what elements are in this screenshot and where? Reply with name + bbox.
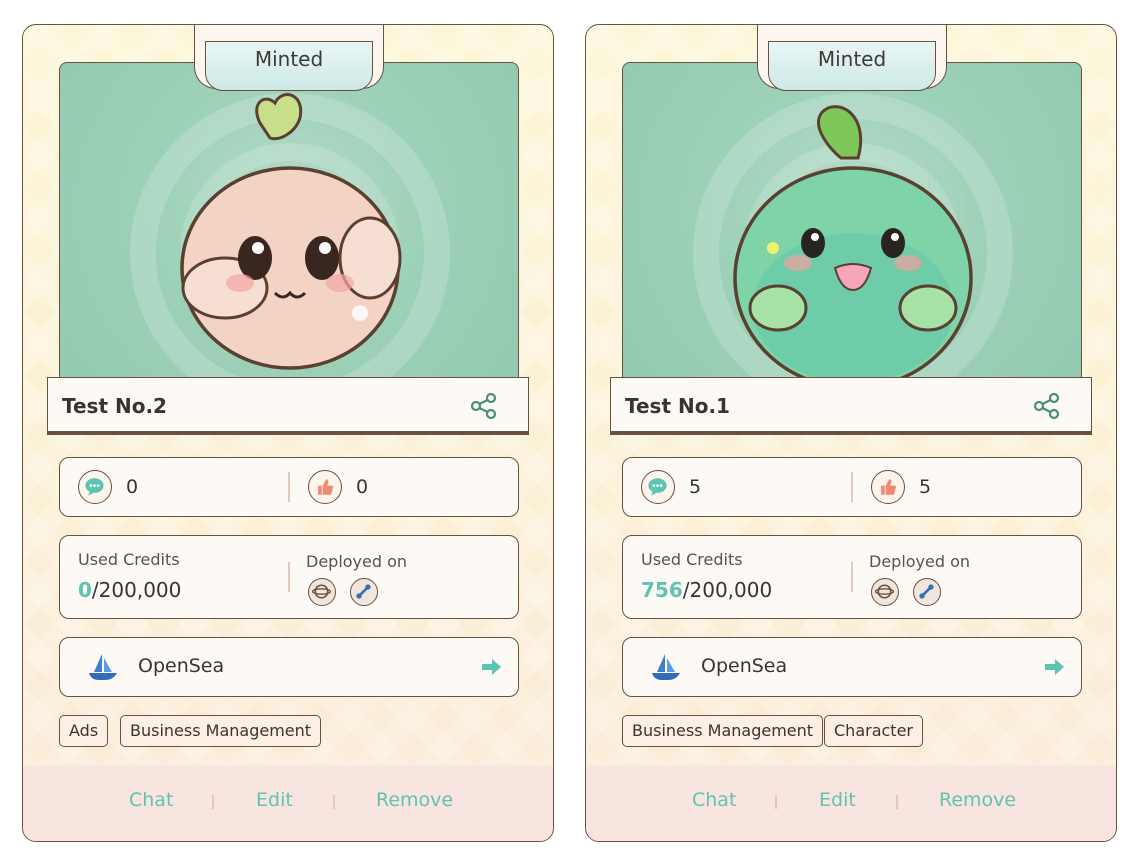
like-count: 0 <box>356 476 369 498</box>
deployed-label: Deployed on <box>869 552 971 571</box>
tag[interactable]: Business Management <box>622 715 824 747</box>
deployed-label: Deployed on <box>306 552 408 571</box>
character-artwork <box>622 62 1082 392</box>
card-actions: Chat Edit Remove <box>586 765 1116 841</box>
marketplace-link[interactable]: OpenSea <box>622 637 1082 697</box>
share-icon[interactable] <box>470 392 498 420</box>
chat-button[interactable]: Chat <box>692 789 736 811</box>
like-icon[interactable] <box>871 470 905 504</box>
edit-button[interactable]: Edit <box>256 789 293 811</box>
name-bar: Test No.1 <box>610 377 1092 435</box>
opensea-icon <box>652 654 680 680</box>
like-icon[interactable] <box>308 470 342 504</box>
character-card: Minted Test No.2 0 0 Used Credits 0/200,… <box>22 24 554 842</box>
link-icon[interactable] <box>913 578 941 606</box>
tag[interactable]: Character <box>824 715 923 747</box>
tag[interactable]: Ads <box>59 715 109 747</box>
link-icon[interactable] <box>350 578 378 606</box>
marketplace-name: OpenSea <box>701 655 788 677</box>
chain-icon[interactable] <box>871 578 899 606</box>
credits-total: /200,000 <box>682 578 773 602</box>
arrow-right-icon[interactable] <box>480 658 502 676</box>
tag[interactable]: Business Management <box>120 715 322 747</box>
character-artwork <box>59 62 519 392</box>
edit-button[interactable]: Edit <box>819 789 856 811</box>
like-count: 5 <box>919 476 932 498</box>
remove-button[interactable]: Remove <box>376 789 453 811</box>
minted-tab: Minted <box>194 25 384 91</box>
opensea-icon <box>89 654 117 680</box>
credits-box: Used Credits 756/200,000 Deployed on <box>622 535 1082 619</box>
stats-box: 0 0 <box>59 457 519 517</box>
comment-icon[interactable] <box>78 470 112 504</box>
marketplace-name: OpenSea <box>138 655 225 677</box>
remove-button[interactable]: Remove <box>939 789 1016 811</box>
credits-value: 756/200,000 <box>641 578 772 602</box>
credits-used: 0 <box>78 578 92 602</box>
chain-icon[interactable] <box>308 578 336 606</box>
stats-box: 5 5 <box>622 457 1082 517</box>
comment-count: 5 <box>689 476 702 498</box>
marketplace-link[interactable]: OpenSea <box>59 637 519 697</box>
minted-tab: Minted <box>757 25 947 91</box>
card-title: Test No.2 <box>62 394 167 418</box>
arrow-right-icon[interactable] <box>1043 658 1065 676</box>
credits-box: Used Credits 0/200,000 Deployed on <box>59 535 519 619</box>
credits-total: /200,000 <box>91 578 182 602</box>
share-icon[interactable] <box>1033 392 1061 420</box>
credits-label: Used Credits <box>78 550 180 569</box>
comment-icon[interactable] <box>641 470 675 504</box>
credits-used: 756 <box>641 578 683 602</box>
name-bar: Test No.2 <box>47 377 529 435</box>
chat-button[interactable]: Chat <box>129 789 173 811</box>
comment-count: 0 <box>126 476 139 498</box>
minted-badge: Minted <box>205 41 373 91</box>
credits-label: Used Credits <box>641 550 743 569</box>
card-title: Test No.1 <box>625 394 730 418</box>
minted-badge: Minted <box>768 41 936 91</box>
credits-value: 0/200,000 <box>78 578 181 602</box>
card-actions: Chat Edit Remove <box>23 765 553 841</box>
character-card: Minted Test No.1 5 5 Used Credits 756/20… <box>585 24 1117 842</box>
